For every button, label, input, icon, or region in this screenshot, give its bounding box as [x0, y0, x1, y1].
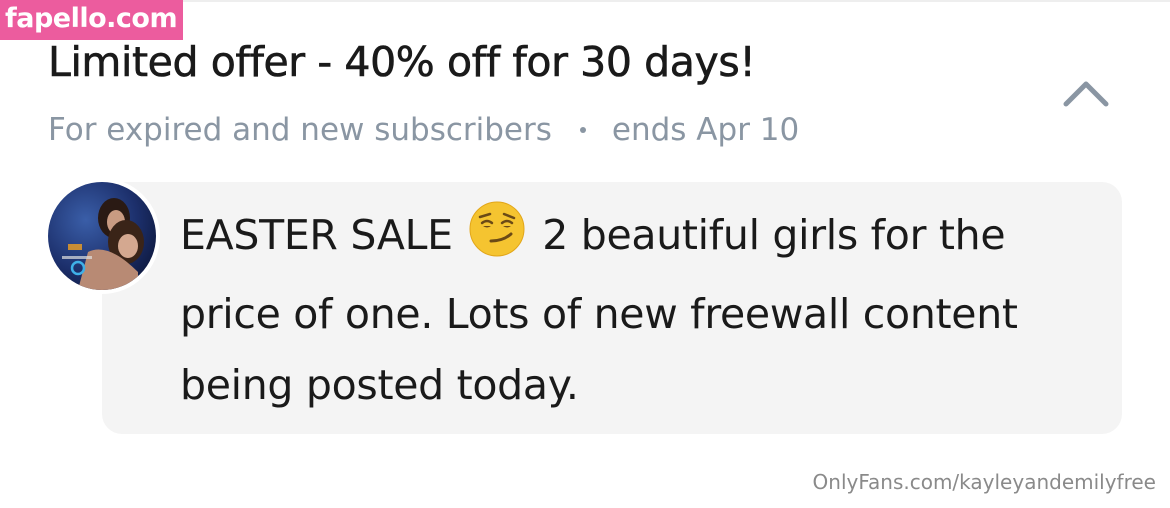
collapse-button[interactable]: [1056, 70, 1116, 116]
message-text: EASTER SALE 2 beautiful girls for the pr…: [180, 200, 1100, 421]
watermark-badge: fapello.com: [0, 0, 184, 40]
footer-url: OnlyFans.com/kayleyandemilyfree: [812, 470, 1156, 494]
offer-end-date: ends Apr 10: [611, 112, 800, 148]
offer-subtitle: For expired and new subscribers ends Apr…: [48, 112, 799, 148]
offer-title: Limited offer - 40% off for 30 days!: [48, 38, 756, 87]
avatar[interactable]: [44, 178, 160, 294]
offer-audience: For expired and new subscribers: [48, 112, 552, 148]
dot-separator: [579, 127, 586, 133]
avatar-image: [48, 182, 156, 290]
watermark-text: fapello.com: [5, 3, 178, 34]
chevron-up-icon: [1063, 81, 1109, 107]
message-text-part1: EASTER SALE: [180, 211, 453, 259]
smirking-face-emoji: [469, 201, 525, 279]
